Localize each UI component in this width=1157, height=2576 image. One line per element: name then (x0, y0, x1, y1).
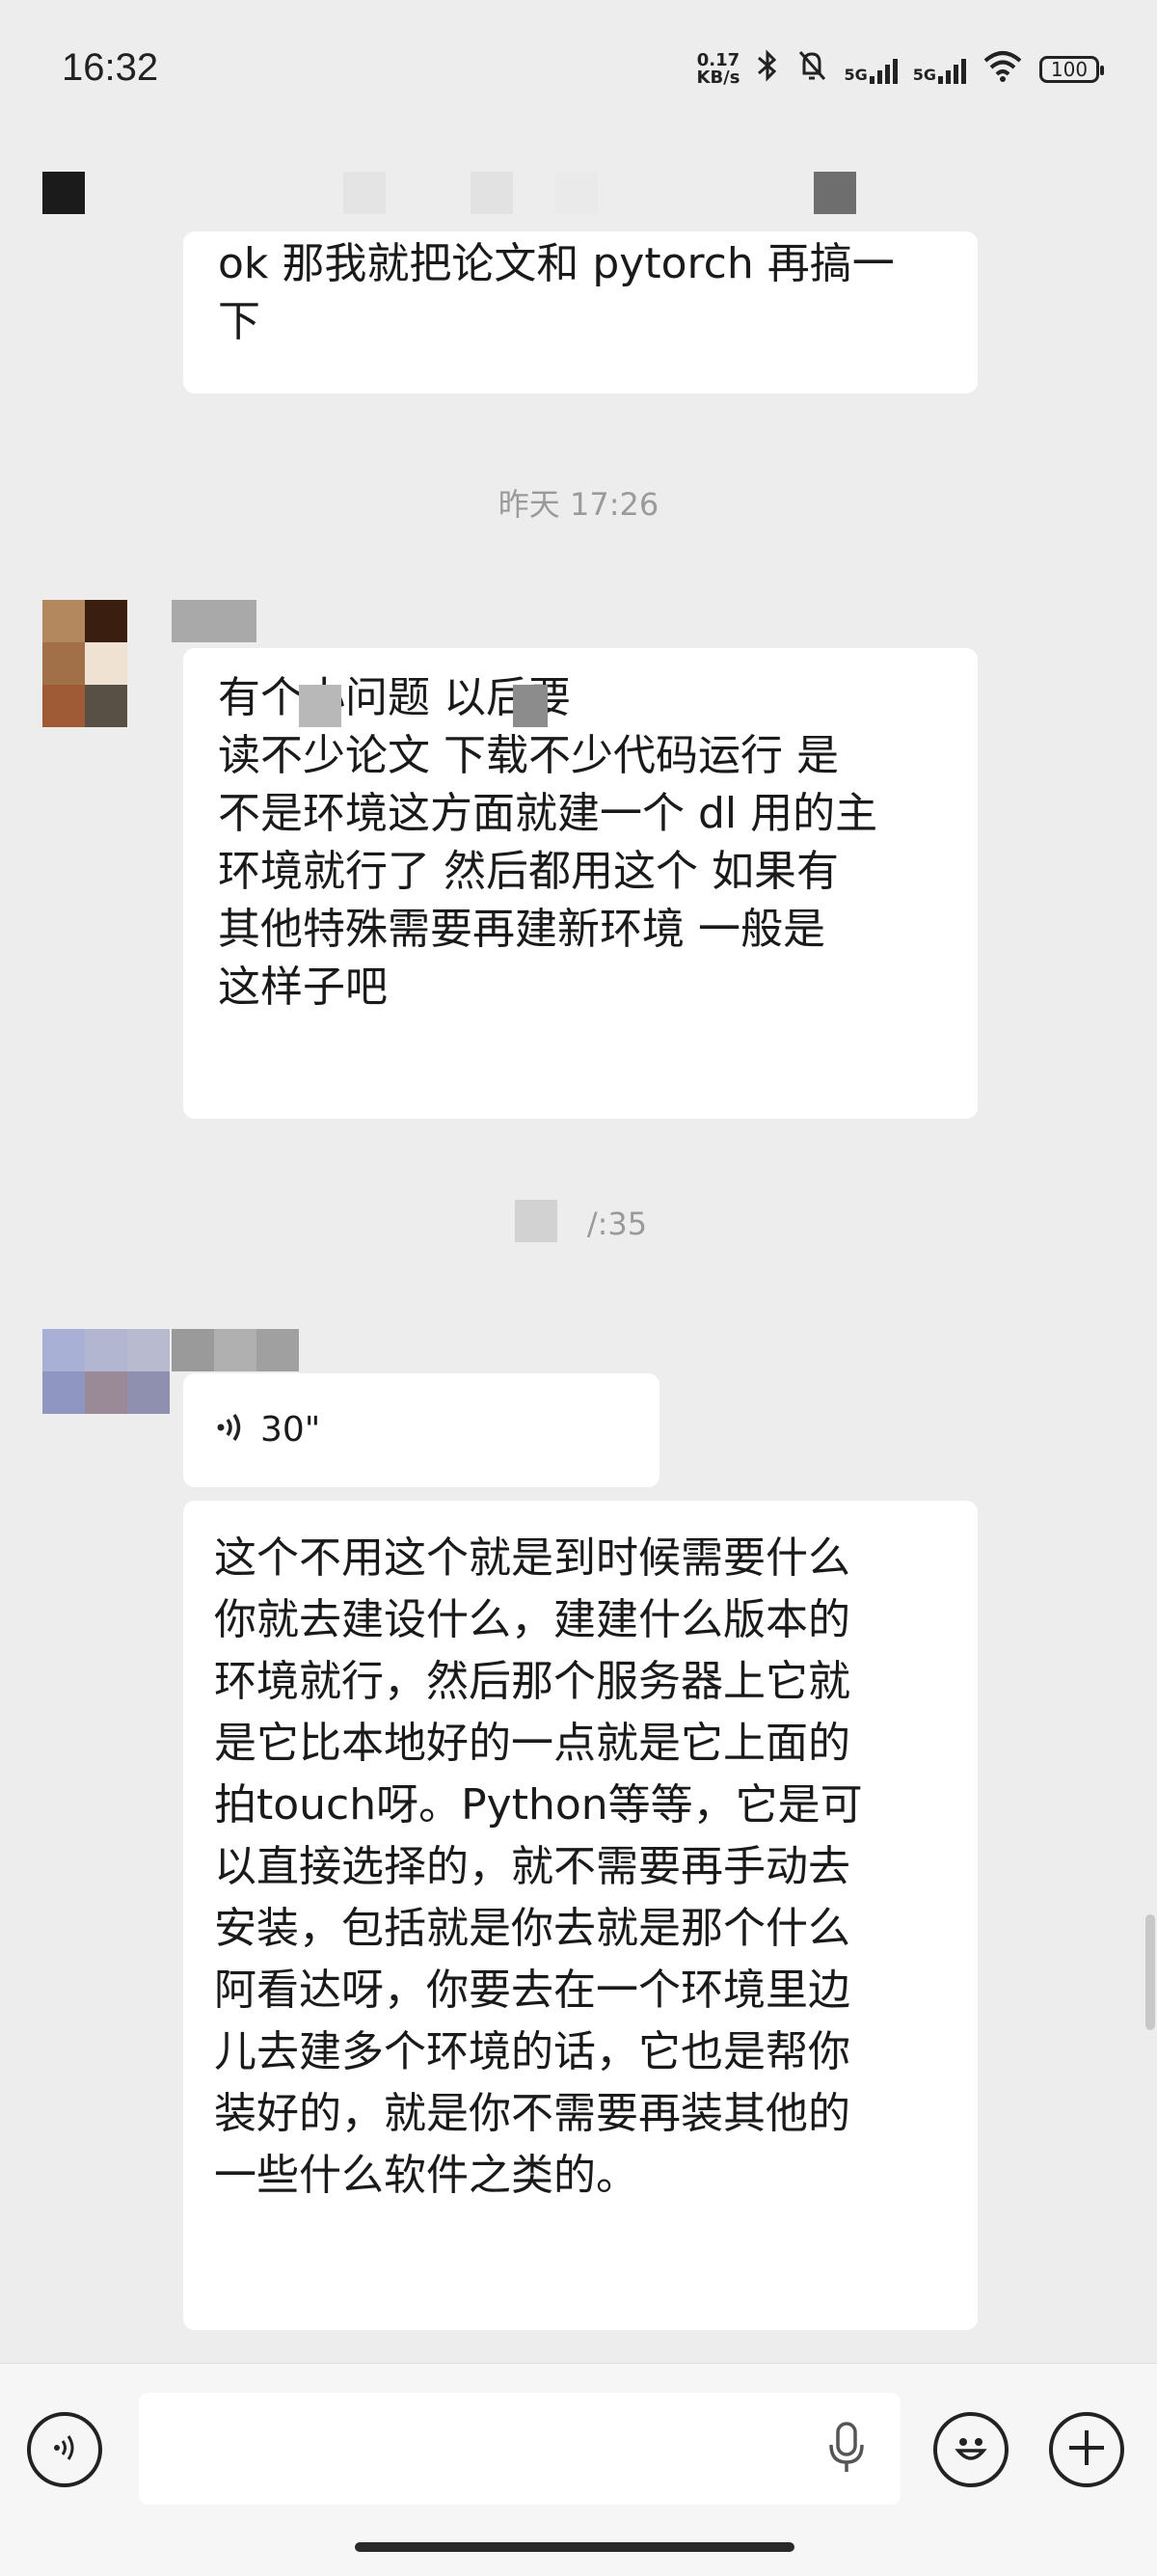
voice-wave-icon (48, 2431, 81, 2468)
signal-1: 5G (844, 55, 898, 84)
transcript-text: 这个不用这个就是到时候需要什么 你就去建设什么，建建什么版本的 环境就行，然后那… (214, 1533, 863, 2200)
signal-1-label: 5G (844, 65, 868, 84)
bell-muted-icon (795, 48, 828, 90)
voice-message[interactable]: 30" (183, 1373, 659, 1487)
net-speed-value: 0.17 (696, 49, 740, 70)
pixelated-block (515, 1200, 557, 1242)
pixelated-block (299, 685, 341, 727)
scrollbar-thumb[interactable] (1145, 1914, 1155, 2030)
message-input[interactable] (139, 2393, 901, 2505)
wifi-icon (982, 49, 1024, 89)
voice-transcript[interactable]: 这个不用这个就是到时候需要什么 你就去建设什么，建建什么版本的 环境就行，然后那… (183, 1501, 978, 2330)
message-bubble[interactable]: ok 那我就把论文和 pytorch 再搞一 下 (183, 231, 978, 393)
message-text: ok 那我就把论文和 pytorch 再搞一 下 (218, 239, 895, 346)
battery-icon: 100 (1039, 55, 1104, 83)
battery-level: 100 (1050, 57, 1089, 81)
microphone-icon[interactable] (825, 2420, 868, 2481)
voice-wave-icon (214, 1401, 247, 1459)
sender-name-pixelated (172, 600, 256, 642)
message-timestamp: /:35 (586, 1206, 648, 1242)
signal-2-label: 5G (912, 65, 936, 84)
status-time: 16:32 (62, 46, 159, 89)
voice-toggle-button[interactable] (27, 2412, 102, 2487)
pixelated-block (513, 685, 548, 727)
message-timestamp: 昨天 17:26 (498, 486, 659, 523)
signal-bars-icon (938, 55, 966, 84)
status-bar: 16:32 0.17 KB/s 5G 5G 100 (0, 0, 1157, 135)
status-icons: 0.17 KB/s 5G 5G 100 (696, 48, 1104, 90)
emoji-smile-icon (947, 2424, 995, 2476)
net-speed-unit: KB/s (696, 67, 740, 88)
voice-duration: 30" (260, 1410, 321, 1450)
plus-icon (1065, 2427, 1108, 2473)
signal-bars-icon (869, 55, 898, 84)
net-speed: 0.17 KB/s (696, 49, 740, 88)
signal-2: 5G (913, 55, 966, 84)
bluetooth-icon (755, 48, 780, 90)
plus-button[interactable] (1049, 2412, 1124, 2487)
home-indicator[interactable] (355, 2542, 794, 2552)
emoji-button[interactable] (933, 2412, 1009, 2487)
